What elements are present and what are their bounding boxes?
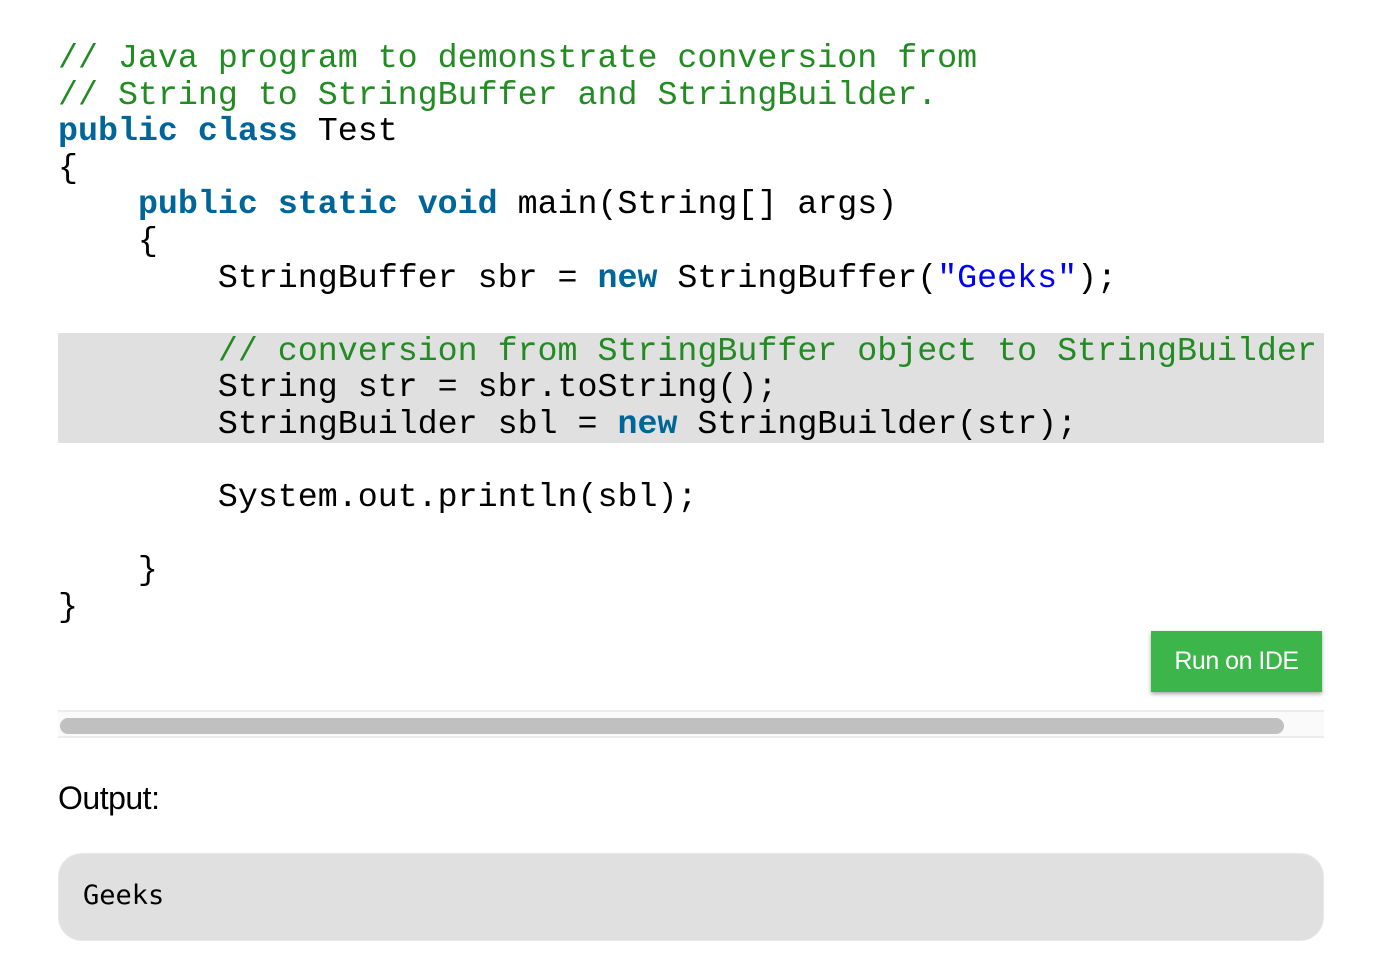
- code-line: public class Test: [58, 113, 1324, 150]
- code-token-plain: StringBuffer(: [657, 258, 938, 297]
- code-token-string: "Geeks": [937, 258, 1078, 297]
- code-token-plain: StringBuilder sbl =: [58, 404, 618, 443]
- code-token-plain: }: [58, 587, 78, 626]
- code-token-comment: // conversion from StringBuffer object t…: [217, 331, 1317, 370]
- code-token-keyword: public: [137, 185, 258, 224]
- code-token-plain: main(String[] args): [497, 185, 898, 224]
- code-line: {: [58, 223, 1324, 260]
- code-token-plain: }: [58, 551, 158, 590]
- output-text: Geeks: [83, 880, 165, 911]
- code-token-comment: // Java program to demonstrate conversio…: [58, 39, 978, 77]
- highlighted-code-line: StringBuilder sbl = new StringBuilder(st…: [58, 406, 1324, 443]
- code-line: }: [58, 589, 1324, 626]
- code-token-keyword: new: [617, 404, 678, 443]
- code-token-plain: System.out.println(sbl);: [58, 478, 698, 517]
- code-token-keyword: void: [417, 185, 498, 224]
- code-token-plain: );: [1077, 258, 1118, 297]
- output-box: Geeks: [58, 853, 1324, 941]
- code-token-plain: {: [58, 221, 158, 260]
- code-token-plain: {: [58, 148, 78, 187]
- scrollbar-thumb[interactable]: [60, 718, 1284, 734]
- code-line: {: [58, 148, 1324, 187]
- code-block: // Java program to demonstrate conversio…: [58, 40, 1324, 626]
- code-token-keyword: class: [197, 112, 298, 151]
- horizontal-scrollbar[interactable]: [58, 710, 1324, 738]
- highlighted-code-line: String str = sbr.toString();: [58, 369, 1324, 406]
- code-line: System.out.println(sbl);: [58, 479, 1324, 516]
- code-token-comment: // String to StringBuffer and StringBuil…: [58, 75, 938, 114]
- output-heading: Output:: [58, 780, 160, 816]
- code-line: // String to StringBuffer and StringBuil…: [58, 75, 1324, 114]
- code-token-keyword: static: [277, 185, 398, 224]
- code-token-keyword: public: [58, 112, 178, 151]
- code-line: public static void main(String[] args): [58, 186, 1324, 223]
- highlighted-code-line: // conversion from StringBuffer object t…: [58, 331, 1324, 370]
- code-token-plain: Test: [297, 112, 398, 151]
- code-token-keyword: new: [597, 258, 658, 297]
- code-token-plain: String str = sbr.toString();: [58, 368, 778, 407]
- code-line: // Java program to demonstrate conversio…: [58, 40, 1324, 77]
- code-line: StringBuffer sbr = new StringBuffer("Gee…: [58, 258, 1324, 297]
- code-token-plain: StringBuffer sbr =: [58, 258, 598, 297]
- code-token-plain: StringBuilder(str);: [677, 404, 1078, 443]
- run-on-ide-button[interactable]: Run on IDE: [1151, 631, 1322, 692]
- code-line: }: [58, 552, 1324, 589]
